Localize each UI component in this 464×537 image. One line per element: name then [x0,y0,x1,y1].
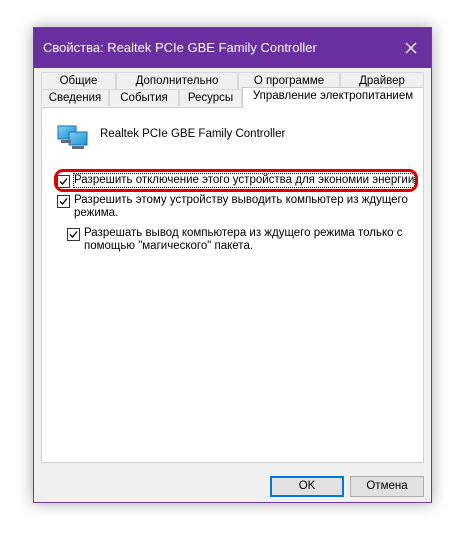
magic-packet-label[interactable]: Разрешать вывод компьютера из ждущего ре… [84,227,403,253]
tab-advanced[interactable]: Дополнительно [116,72,238,89]
title-bar[interactable]: Свойства: Realtek PCIe GBE Family Contro… [34,28,431,68]
magic-packet-label-line1: Разрешать вывод компьютера из ждущего ре… [84,227,403,239]
window-title: Свойства: Realtek PCIe GBE Family Contro… [43,40,317,55]
close-icon [405,42,417,54]
cancel-button[interactable]: Отмена [350,476,424,497]
option-allow-power-off[interactable]: Разрешить отключение этого устройства дл… [57,173,416,188]
option-allow-wake[interactable]: Разрешить этому устройству выводить комп… [57,194,408,220]
tab-power-management[interactable]: Управление электропитанием [242,87,424,108]
allow-wake-label-line2: режима. [74,207,119,219]
power-management-panel: Realtek PCIe GBE Family Controller Разре… [41,107,424,463]
checkmark-icon [69,231,78,238]
tab-general[interactable]: Общие [41,72,116,89]
allow-wake-checkbox[interactable] [57,195,70,208]
ok-button[interactable]: OK [270,476,344,497]
allow-wake-label[interactable]: Разрешить этому устройству выводить комп… [74,194,408,220]
tab-events[interactable]: События [109,89,179,106]
allow-wake-label-line1: Разрешить этому устройству выводить комп… [74,194,408,206]
properties-dialog: Свойства: Realtek PCIe GBE Family Contro… [33,27,432,503]
option-magic-packet[interactable]: Разрешать вывод компьютера из ждущего ре… [67,227,403,253]
tab-resources[interactable]: Ресурсы [179,89,242,106]
checkmark-icon [59,198,68,205]
magic-packet-label-line2: помощью "магического" пакета. [84,240,254,252]
magic-packet-checkbox[interactable] [67,228,80,241]
close-button[interactable] [391,28,431,68]
checkmark-icon [59,178,68,185]
device-name: Realtek PCIe GBE Family Controller [100,128,286,140]
allow-power-off-checkbox[interactable] [57,175,70,188]
network-adapter-icon [56,122,90,153]
tab-details[interactable]: Сведения [41,89,109,106]
allow-power-off-label[interactable]: Разрешить отключение этого устройства дл… [72,173,416,188]
